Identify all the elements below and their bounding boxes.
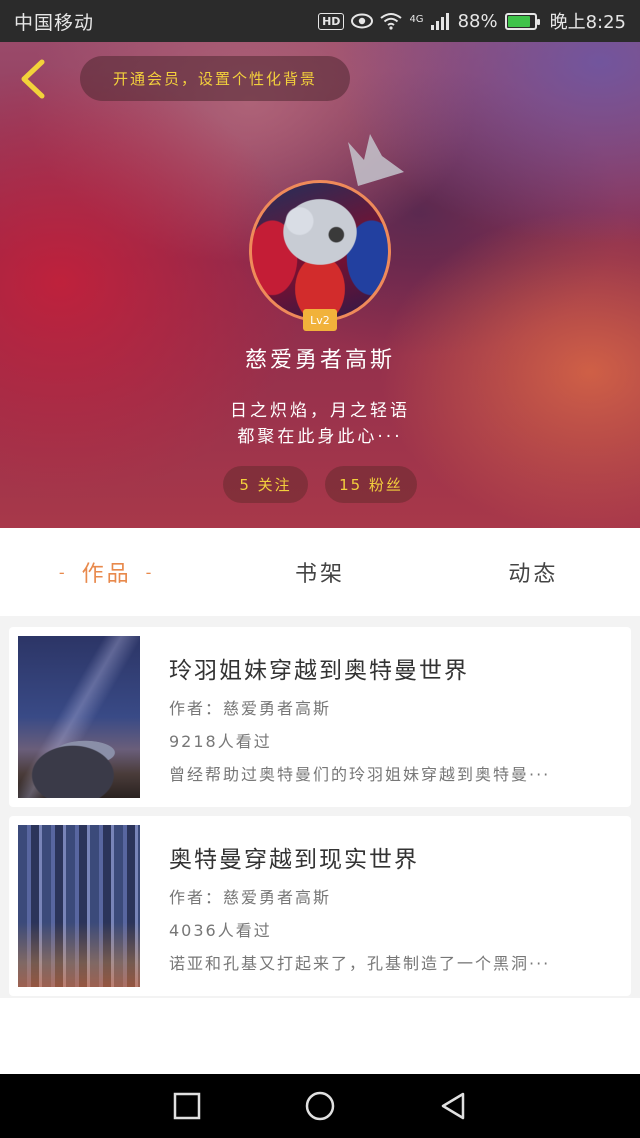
status-bar: 中国移动 HD 4G 88% 晚上8:25 (0, 0, 640, 42)
book-title[interactable]: 奥特曼穿越到现实世界 (169, 840, 419, 874)
hd-icon: HD (318, 12, 345, 30)
bio: 日之炽焰，月之轻语 都聚在此身此心··· (0, 398, 640, 450)
username: 慈爱勇者高斯 (244, 348, 395, 373)
battery-percent: 88% (457, 10, 498, 32)
book-description: 诺亚和孔基又打起来了，孔基制造了一个黑洞··· (169, 954, 551, 973)
avatar[interactable] (249, 180, 391, 322)
square-icon (173, 1092, 200, 1120)
battery-icon (504, 12, 540, 30)
triangle-back-icon (442, 1092, 465, 1120)
book-views: 9218人看过 (169, 732, 272, 751)
book-author: 作者：慈爱勇者高斯 (169, 699, 332, 718)
vip-prompt-label: 开通会员，设置个性化背景 (112, 70, 317, 88)
system-nav-bar (0, 1074, 640, 1138)
back-button[interactable] (14, 56, 54, 102)
avatar-container[interactable] (249, 180, 391, 322)
level-badge: Lv2 (303, 309, 337, 331)
bio-line-1: 日之炽焰，月之轻语 (230, 401, 410, 421)
tab-bookshelf-label: 书架 (294, 562, 345, 587)
tab-activity-label: 动态 (508, 562, 559, 587)
network-type: 4G (409, 14, 424, 25)
vip-background-button[interactable]: 开通会员，设置个性化背景 (80, 56, 350, 101)
book-cover-image[interactable] (18, 636, 140, 798)
bio-line-2: 都聚在此身此心··· (237, 427, 403, 447)
following-count: 5 关注 (239, 476, 292, 494)
clock: 晚上8:25 (549, 12, 626, 33)
tab-bar: - 作品 - 书架 动态 (0, 528, 640, 616)
tab-works[interactable]: - 作品 - (0, 528, 213, 616)
active-indicator-left: - (58, 562, 68, 582)
tab-works-label: 作品 (81, 562, 132, 587)
tab-bookshelf[interactable]: 书架 (213, 528, 426, 616)
book-title[interactable]: 玲羽姐妹穿越到奥特曼世界 (169, 651, 469, 685)
followers-count: 15 粉丝 (339, 476, 403, 494)
book-author: 作者：慈爱勇者高斯 (169, 888, 332, 907)
home-button[interactable] (300, 1086, 340, 1126)
list-bottom-space (0, 998, 640, 1074)
book-card[interactable]: 奥特曼穿越到现实世界 作者：慈爱勇者高斯 4036人看过 诺亚和孔基又打起来了，… (9, 816, 631, 996)
carrier-name: 中国移动 (14, 11, 95, 34)
chevron-left-icon (21, 59, 45, 99)
book-card[interactable]: 玲羽姐妹穿越到奥特曼世界 作者：慈爱勇者高斯 9218人看过 曾经帮助过奥特曼们… (9, 627, 631, 807)
active-indicator-right: - (145, 562, 155, 582)
book-list: 玲羽姐妹穿越到奥特曼世界 作者：慈爱勇者高斯 9218人看过 曾经帮助过奥特曼们… (0, 616, 640, 1074)
circle-icon (305, 1091, 335, 1121)
signal-icon (430, 13, 449, 30)
recent-apps-button[interactable] (167, 1086, 207, 1126)
tab-activity[interactable]: 动态 (427, 528, 640, 616)
wifi-icon (380, 13, 403, 30)
book-views: 4036人看过 (169, 921, 272, 940)
back-nav-button[interactable] (433, 1086, 473, 1126)
book-description: 曾经帮助过奥特曼们的玲羽姐妹穿越到奥特曼··· (169, 765, 551, 784)
following-button[interactable]: 5 关注 (223, 466, 308, 503)
followers-button[interactable]: 15 粉丝 (325, 466, 417, 503)
profile-header: 开通会员，设置个性化背景 Lv2 慈爱勇者高斯 日之炽焰，月之轻语 都聚在此身此… (0, 42, 640, 528)
eye-icon (351, 13, 374, 29)
status-icons: HD 4G 88% 晚上8:25 (318, 8, 626, 34)
book-cover-image[interactable] (18, 825, 140, 987)
